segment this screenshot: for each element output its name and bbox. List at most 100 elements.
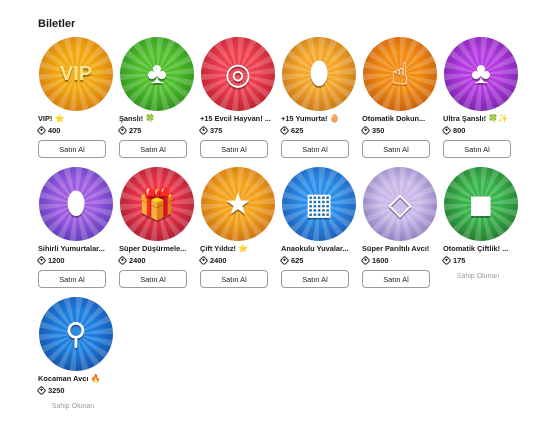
pass-name: Otomatik Çiftlik! ... (443, 244, 523, 254)
pass-card[interactable]: ♣ Şanslı! 🍀 275 Satın Al (117, 36, 200, 166)
owned-label: Sahip Olunan (51, 403, 95, 410)
pass-price: 350 (360, 125, 443, 136)
pass-thumbnail[interactable]: ◇ (363, 167, 437, 241)
pass-name: Çift Yıldız! ⭐ (200, 244, 280, 254)
pass-price-value: 175 (453, 256, 466, 265)
pass-thumbnail[interactable]: 🎁 (120, 167, 194, 241)
buy-button[interactable]: Satın Al (362, 140, 430, 158)
pass-thumbnail[interactable]: ☝ (363, 37, 437, 111)
gift-box-icon: 🎁 (138, 187, 176, 221)
pass-thumbnail[interactable]: ♣ (444, 37, 518, 111)
pass-thumbnail[interactable]: ★ (201, 167, 275, 241)
pass-badge-icon: 🍀 (145, 114, 156, 123)
pass-price: 1200 (36, 255, 119, 266)
pass-name: VIP! ⭐ (38, 114, 118, 124)
pass-name-text: Süper Düşürmele... (119, 244, 187, 253)
toy-blocks-icon: ▦ (304, 187, 334, 221)
pass-thumbnail[interactable]: VIP (39, 37, 113, 111)
pass-thumbnail[interactable]: ⬮ (39, 167, 113, 241)
robux-icon (36, 385, 47, 396)
pass-card[interactable]: ⬮ +15 Yumurta! 🥚 625 Satın Al (279, 36, 362, 166)
buy-button[interactable]: Satın Al (281, 140, 349, 158)
pass-thumbnail[interactable]: ⬮ (282, 37, 356, 111)
robux-icon (360, 255, 371, 266)
pass-price-value: 375 (210, 126, 223, 135)
pass-card[interactable]: ◎ +15 Evcil Hayvan! ... 375 Satın Al (198, 36, 281, 166)
robux-icon (36, 255, 47, 266)
robux-icon (198, 125, 209, 136)
pass-card[interactable]: VIP VIP! ⭐ 400 Satın Al (36, 36, 119, 166)
egg-icon: ⬮ (309, 57, 329, 90)
pass-price-value: 2400 (129, 256, 146, 265)
pass-name-text: Otomatik Çiftlik! ... (443, 244, 509, 253)
pass-price-value: 2400 (210, 256, 227, 265)
pass-price-value: 400 (48, 126, 61, 135)
buy-button[interactable]: Satın Al (119, 270, 187, 288)
buy-button[interactable]: Satın Al (200, 140, 268, 158)
buy-button[interactable]: Satın Al (443, 140, 511, 158)
pass-price: 800 (441, 125, 524, 136)
page-title: Biletler (38, 18, 76, 30)
buy-button[interactable]: Satın Al (281, 270, 349, 288)
buy-button[interactable]: Satın Al (362, 270, 430, 288)
pass-price: 400 (36, 125, 119, 136)
pass-badge-icon: 🍀✨ (488, 114, 509, 123)
farm-cat-icon: ◼ (468, 187, 494, 221)
pass-name: +15 Yumurta! 🥚 (281, 114, 361, 124)
robux-icon (360, 125, 371, 136)
pass-card[interactable]: ☝ Otomatik Dokun... 350 Satın Al (360, 36, 443, 166)
tap-hand-icon: ☝ (390, 57, 410, 91)
pass-name: Sihirli Yumurtalar... (38, 244, 118, 254)
pass-name: +15 Evcil Hayvan! ... (200, 114, 280, 124)
passes-row: ⬮ Sihirli Yumurtalar... 1200 Satın Al 🎁 Süper… (36, 166, 528, 296)
pass-card[interactable]: ★ Çift Yıldız! ⭐ 2400 Satın Al (198, 166, 281, 296)
buy-button[interactable]: Satın Al (200, 270, 268, 288)
clover-icon: ♣ (147, 57, 167, 90)
pass-name: Süper Düşürmele... (119, 244, 199, 254)
magnifier-icon: ⚲ (65, 317, 87, 351)
pass-name-text: Sihirli Yumurtalar... (38, 244, 105, 253)
pass-price: 2400 (198, 255, 281, 266)
pass-card[interactable]: ⬮ Sihirli Yumurtalar... 1200 Satın Al (36, 166, 119, 296)
robux-icon (36, 125, 47, 136)
buy-button[interactable]: Satın Al (119, 140, 187, 158)
pass-price-value: 3250 (48, 386, 65, 395)
ultra-clover-icon: ♣ (471, 57, 491, 90)
pass-card[interactable]: ⚲ Kocaman Avcı 🔥 3250 Sahip Olunan (36, 296, 119, 426)
pass-badge-icon: ⭐ (238, 244, 249, 253)
pass-thumbnail[interactable]: ♣ (120, 37, 194, 111)
pass-card[interactable]: ▦ Anaokulu Yuvalar... 625 Satın Al (279, 166, 362, 296)
passes-row: VIP VIP! ⭐ 400 Satın Al ♣ Şanslı! 🍀 275 Satın A… (36, 36, 528, 166)
pass-name: Şanslı! 🍀 (119, 114, 199, 124)
pass-card[interactable]: ◼ Otomatik Çiftlik! ... 175 Sahip Olunan (441, 166, 524, 296)
pass-badge-icon: ⭐ (54, 114, 65, 123)
pass-name-text: +15 Evcil Hayvan! ... (200, 114, 271, 123)
passes-row: ⚲ Kocaman Avcı 🔥 3250 Sahip Olunan (36, 296, 528, 426)
pass-thumbnail[interactable]: ▦ (282, 167, 356, 241)
pass-card[interactable]: ♣ Ultra Şanslı! 🍀✨ 800 Satın Al (441, 36, 524, 166)
robux-icon (117, 125, 128, 136)
pass-card[interactable]: 🎁 Süper Düşürmele... 2400 Satın Al (117, 166, 200, 296)
pass-price: 275 (117, 125, 200, 136)
robux-icon (441, 125, 452, 136)
pass-name-text: Süper Parıltılı Avcı! (362, 244, 430, 253)
robux-icon (198, 255, 209, 266)
pass-card[interactable]: ◇ Süper Parıltılı Avcı! 1600 Satın Al (360, 166, 443, 296)
pass-thumbnail[interactable]: ⚲ (39, 297, 113, 371)
buy-button[interactable]: Satın Al (38, 270, 106, 288)
robux-icon (279, 125, 290, 136)
pass-name-text: Ultra Şanslı! (443, 114, 487, 123)
vip-crown-icon: VIP (59, 62, 93, 85)
buy-button[interactable]: Satın Al (38, 140, 106, 158)
pass-thumbnail[interactable]: ◼ (444, 167, 518, 241)
pass-name-text: VIP! (38, 114, 53, 123)
owned-label: Sahip Olunan (456, 273, 500, 280)
pass-price-value: 625 (291, 126, 304, 135)
pet-collar-icon: ◎ (224, 57, 252, 91)
pass-thumbnail[interactable]: ◎ (201, 37, 275, 111)
pass-badge-icon: 🥚 (329, 114, 340, 123)
magic-egg-icon: ⬮ (66, 187, 86, 220)
pass-badge-icon: 🔥 (90, 374, 101, 383)
robux-icon (441, 255, 452, 266)
pass-name: Anaokulu Yuvalar... (281, 244, 361, 254)
